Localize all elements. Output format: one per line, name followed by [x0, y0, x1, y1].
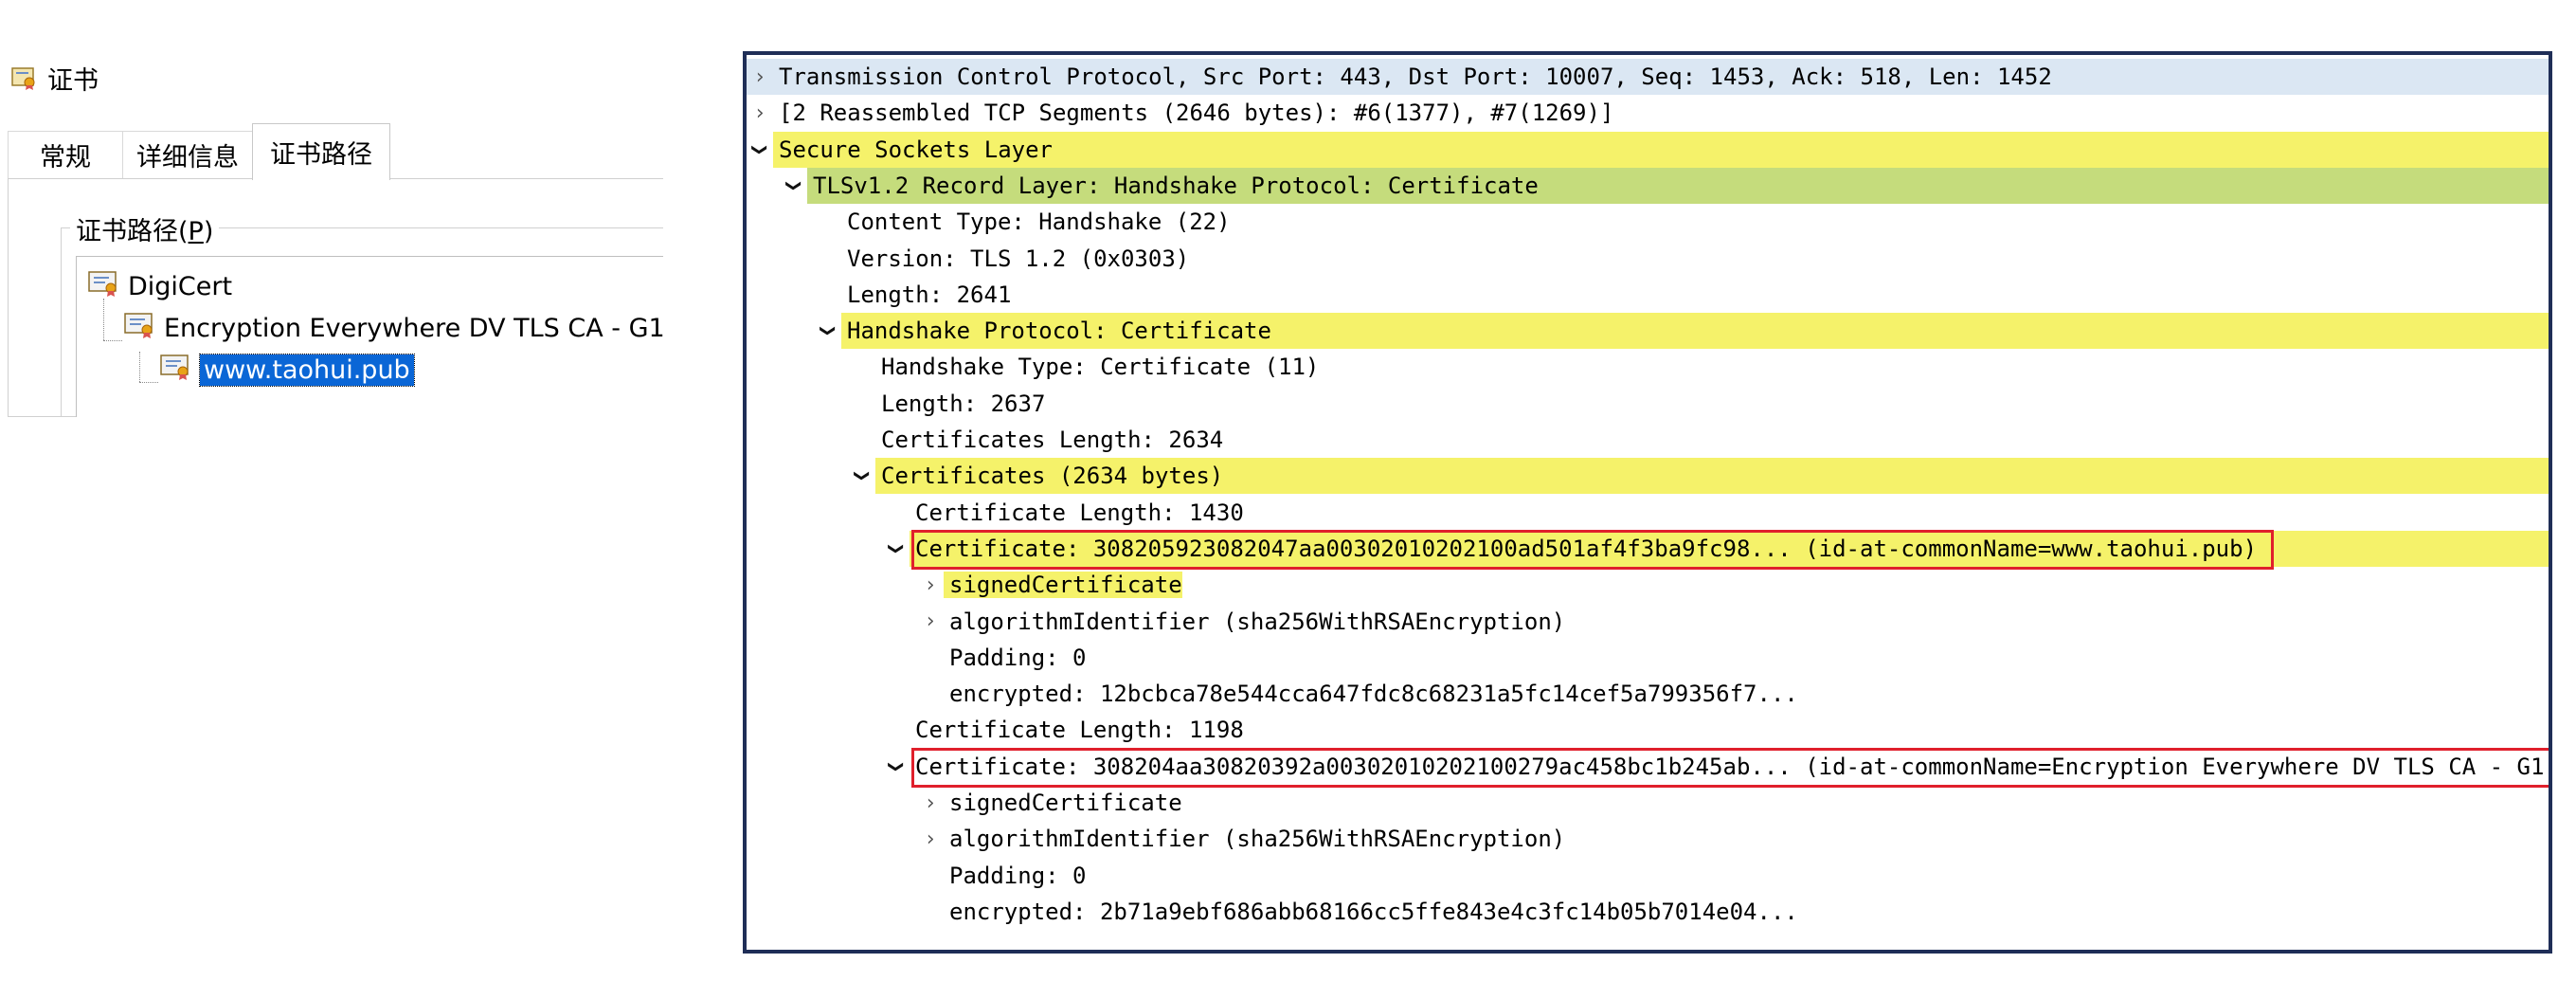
- dialog-title-bar: 证书: [11, 59, 99, 97]
- tree-row-label: Certificates (2634 bytes): [881, 463, 1224, 490]
- chevron-right-icon[interactable]: ›: [917, 785, 944, 821]
- tab-general[interactable]: 常规: [8, 131, 123, 178]
- tree-row-label: Version: TLS 1.2 (0x0303): [847, 245, 1190, 272]
- tree-row[interactable]: Version: TLS 1.2 (0x0303): [747, 241, 2549, 277]
- tree-row-label: Padding: 0: [949, 644, 1087, 671]
- packet-details-pane[interactable]: › Transmission Control Protocol, Src Port…: [743, 51, 2552, 954]
- tree-row-label: algorithmIdentifier (sha256WithRSAEncryp…: [949, 608, 1566, 635]
- tree-row[interactable]: encrypted: 12bcbca78e544cca647fdc8c68231…: [747, 676, 2549, 712]
- tree-row[interactable]: Length: 2641: [747, 277, 2549, 313]
- tree-row[interactable]: › algorithmIdentifier (sha256WithRSAEncry…: [747, 821, 2549, 857]
- tree-row[interactable]: Padding: 0: [747, 858, 2549, 894]
- group-label: 证书路径(P): [70, 210, 220, 247]
- certificate-icon: [88, 270, 120, 303]
- tree-row-label: encrypted: 12bcbca78e544cca647fdc8c68231…: [949, 681, 1798, 708]
- certificate-icon: [11, 65, 38, 90]
- tree-row[interactable]: Certificate Length: 1430: [747, 495, 2549, 531]
- certificate-icon: [124, 312, 156, 345]
- tree-row-label: Length: 2641: [847, 281, 1012, 308]
- chevron-right-icon[interactable]: ›: [917, 567, 944, 603]
- tree-row[interactable]: ❯ Certificate: 308204aa30820392a003020102…: [747, 749, 2549, 785]
- tree-row[interactable]: encrypted: 2b71a9ebf686abb68166cc5ffe843…: [747, 894, 2549, 930]
- tree-item-www-taohui-pub[interactable]: www.taohui.pub: [160, 354, 415, 387]
- dialog-title: 证书: [47, 65, 99, 96]
- chevron-down-icon[interactable]: ❯: [747, 136, 778, 163]
- tree-row-label: algorithmIdentifier (sha256WithRSAEncryp…: [949, 826, 1566, 853]
- tree-item-digicert[interactable]: DigiCert: [88, 270, 232, 303]
- chevron-right-icon[interactable]: ›: [747, 95, 773, 131]
- chevron-right-icon[interactable]: ›: [917, 821, 944, 857]
- tree-row-label: Certificate: 308204aa30820392a0030201020…: [915, 753, 2552, 780]
- tree-row[interactable]: ❯ Certificates (2634 bytes): [851, 458, 2549, 495]
- tree-row[interactable]: Content Type: Handshake (22): [747, 204, 2549, 240]
- chevron-down-icon[interactable]: ❯: [810, 318, 846, 344]
- tree-row-label: signedCertificate: [944, 572, 1182, 599]
- tree-row-label: Certificate Length: 1198: [915, 717, 1244, 744]
- tree-row-label: Certificates Length: 2634: [881, 427, 1224, 453]
- tree-row-label: Handshake Protocol: Certificate: [847, 318, 1271, 345]
- tree-row[interactable]: Certificates Length: 2634: [747, 422, 2549, 458]
- tree-row[interactable]: Length: 2637: [747, 386, 2549, 422]
- tree-connector: [103, 299, 104, 340]
- tree-row[interactable]: › algorithmIdentifier (sha256WithRSAEncry…: [747, 604, 2549, 640]
- tree-row-label: Length: 2637: [881, 390, 1046, 417]
- tree-row-label: Secure Sockets Layer: [779, 136, 1053, 163]
- tree-connector: [139, 382, 158, 383]
- tab-certification-path[interactable]: 证书路径: [252, 123, 390, 180]
- tree-item-label-selected: www.taohui.pub: [199, 354, 415, 387]
- chevron-down-icon[interactable]: ❯: [776, 173, 812, 199]
- tree-row-label: Certificate Length: 1430: [915, 499, 1244, 526]
- tree-row-label: Content Type: Handshake (22): [847, 209, 1231, 236]
- tree-row-label: Padding: 0: [949, 862, 1087, 889]
- tree-row-label: Handshake Type: Certificate (11): [881, 354, 1320, 381]
- tree-row-label: Certificate: 308205923082047aa0030201020…: [915, 535, 2258, 562]
- tree-row[interactable]: ❯ Secure Sockets Layer: [748, 131, 2549, 168]
- tree-row[interactable]: › signedCertificate: [747, 785, 2549, 821]
- chevron-down-icon[interactable]: ❯: [844, 463, 880, 489]
- tree-row[interactable]: ❯ Handshake Protocol: Certificate: [817, 313, 2549, 350]
- tree-row[interactable]: ❯ Certificate: 308205923082047aa003020102…: [885, 530, 2549, 567]
- tree-row[interactable]: › Transmission Control Protocol, Src Port…: [747, 59, 2549, 95]
- tree-row[interactable]: Padding: 0: [747, 640, 2549, 676]
- tree-item-label: DigiCert: [128, 272, 233, 301]
- chevron-down-icon[interactable]: ❯: [878, 536, 914, 562]
- chevron-right-icon[interactable]: ›: [917, 604, 944, 640]
- tree-connector: [103, 340, 122, 341]
- tree-row[interactable]: › [2 Reassembled TCP Segments (2646 bytes…: [747, 95, 2549, 131]
- chevron-right-icon[interactable]: ›: [747, 59, 773, 95]
- tree-row-label: encrypted: 2b71a9ebf686abb68166cc5ffe843…: [949, 898, 1798, 925]
- tree-item-encryption-everywhere[interactable]: Encryption Everywhere DV TLS CA - G1: [124, 312, 665, 345]
- tree-row[interactable]: Certificate Length: 1198: [747, 712, 2549, 748]
- tree-item-label: Encryption Everywhere DV TLS CA - G1: [164, 314, 665, 343]
- tree-row-label: Transmission Control Protocol, Src Port:…: [779, 64, 2052, 90]
- certificate-dialog: 证书 常规 详细信息 证书路径 证书路径(P) DigiCert Encrypt…: [0, 0, 665, 417]
- tree-row[interactable]: ❯ TLSv1.2 Record Layer: Handshake Protoco…: [783, 167, 2549, 204]
- certificate-tree[interactable]: DigiCert Encryption Everywhere DV TLS CA…: [76, 256, 665, 417]
- tab-strip: 常规 详细信息 证书路径: [8, 123, 663, 180]
- tree-row[interactable]: › signedCertificate: [747, 567, 2549, 603]
- tree-row-label: signedCertificate: [949, 790, 1182, 816]
- certificate-icon: [160, 354, 192, 387]
- tree-row[interactable]: Handshake Type: Certificate (11): [747, 349, 2549, 385]
- tab-details[interactable]: 详细信息: [122, 131, 253, 178]
- tree-connector: [139, 352, 140, 382]
- tree-row-label: TLSv1.2 Record Layer: Handshake Protocol…: [813, 172, 1539, 199]
- tree-row-label: [2 Reassembled TCP Segments (2646 bytes)…: [779, 100, 1614, 127]
- chevron-down-icon[interactable]: ❯: [878, 754, 914, 780]
